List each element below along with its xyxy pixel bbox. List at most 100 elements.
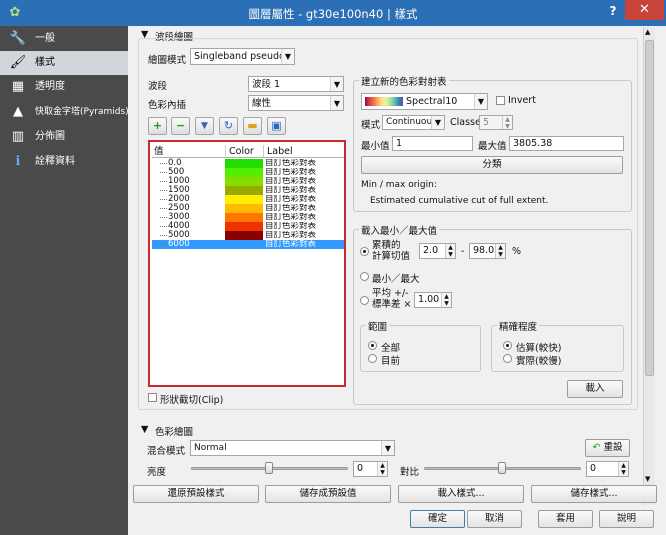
minmax-radio[interactable]	[360, 272, 369, 281]
row-color-swatch[interactable]	[225, 195, 263, 204]
add-entry-button[interactable]: +	[148, 117, 167, 135]
scrollbar-thumb[interactable]	[645, 40, 654, 376]
sidebar-item-pyramids[interactable]: ▲ 快取金字塔(Pyramids)	[0, 100, 129, 124]
color-render-section-title: 色彩繪圖	[155, 427, 194, 438]
row-color-swatch[interactable]	[225, 177, 263, 186]
restore-default-style-button[interactable]: 還原預設樣式	[133, 485, 259, 503]
chevron-down-icon: ▼	[330, 77, 343, 91]
help-button[interactable]: 說明	[599, 510, 654, 528]
classes-spinbox[interactable]: 5 ▲ ▼	[479, 115, 513, 130]
spin-arrows-icon[interactable]: ▲ ▼	[495, 244, 505, 258]
blend-mode-combo[interactable]: Normal ▼	[190, 440, 395, 456]
clip-checkbox[interactable]	[148, 393, 157, 402]
sidebar-item-style[interactable]: 🖌 樣式	[0, 51, 128, 75]
row-color-swatch[interactable]	[225, 159, 263, 168]
row-label: 自訂色彩對表	[265, 168, 317, 177]
ok-button[interactable]: 確定	[410, 510, 465, 528]
sidebar-item-histogram[interactable]: ▥ 分佈圖	[0, 125, 128, 149]
window-title: 圖層屬性 - gt30e100n40 | 樣式	[248, 7, 418, 21]
contrast-spinbox[interactable]: 0 ▲ ▼	[586, 461, 629, 477]
invert-checkbox[interactable]	[496, 96, 505, 105]
apply-button[interactable]: 套用	[538, 510, 593, 528]
header-label[interactable]: Label	[263, 145, 343, 158]
accuracy-estimate-radio[interactable]	[503, 341, 512, 350]
table-row-selected[interactable]: 6000 自訂色彩對表	[152, 240, 344, 249]
row-label: 自訂色彩對表	[265, 231, 317, 240]
brightness-slider-thumb[interactable]	[265, 462, 273, 474]
cumulative-label-line1: 累積的	[372, 240, 401, 251]
remove-icon: −	[175, 119, 186, 132]
interpolation-label: 色彩內插	[148, 100, 187, 111]
sidebar-item-transparency[interactable]: ▦ 透明度	[0, 75, 128, 99]
row-color-swatch[interactable]	[225, 186, 263, 195]
row-color-swatch[interactable]	[225, 240, 263, 249]
row-color-swatch[interactable]	[225, 222, 263, 231]
spin-arrows-icon[interactable]: ▲ ▼	[618, 462, 628, 476]
cancel-button[interactable]: 取消	[467, 510, 522, 528]
mode-value: Continuous	[386, 117, 437, 127]
extent-current-label: 目前	[381, 356, 401, 367]
sidebar-item-metadata[interactable]: ℹ 詮釋資料	[0, 150, 128, 174]
mode-combo[interactable]: Continuous ▼	[382, 115, 445, 130]
save-as-default-button[interactable]: 儲存成預設值	[265, 485, 391, 503]
reset-button[interactable]: ↶ 重設	[585, 439, 630, 457]
row-color-swatch[interactable]	[225, 168, 263, 177]
stddev-label-line1: 平均 +/-	[372, 288, 409, 299]
extent-full-radio[interactable]	[368, 341, 377, 350]
contrast-label: 對比	[400, 467, 420, 478]
scroll-up-icon[interactable]: ▲	[645, 28, 650, 36]
spin-arrows-icon[interactable]: ▲ ▼	[441, 293, 451, 307]
histogram-icon: ▥	[11, 129, 25, 144]
ramp-preview	[365, 97, 403, 106]
row-color-swatch[interactable]	[225, 204, 263, 213]
cumulative-low-value: 2.0	[423, 245, 439, 256]
stddev-label-line2: 標準差 ×	[372, 299, 412, 310]
save-file-button[interactable]: ▣	[267, 117, 286, 135]
save-style-button[interactable]: 儲存樣式...	[531, 485, 657, 503]
max-input[interactable]: 3805.38	[509, 136, 624, 151]
row-color-swatch[interactable]	[225, 231, 263, 240]
min-input[interactable]: 1	[392, 136, 473, 151]
color-map-table[interactable]: 值 Color Label 0.0 自訂色彩對表 500 自訂色彩對表 1000 自訂…	[148, 140, 346, 387]
row-label: 自訂色彩對表	[265, 204, 317, 213]
cumulative-high-spinbox[interactable]: 98.0 ▲ ▼	[469, 243, 506, 259]
close-button[interactable]: ✕	[625, 0, 664, 20]
stddev-radio[interactable]	[360, 296, 369, 305]
spin-arrows-icon[interactable]: ▲ ▼	[445, 244, 455, 258]
header-color[interactable]: Color	[225, 145, 263, 158]
band-value: 波段 1	[252, 79, 281, 90]
contrast-slider-thumb[interactable]	[498, 462, 506, 474]
extent-current-radio[interactable]	[368, 354, 377, 363]
header-value[interactable]: 值	[154, 145, 164, 158]
accuracy-actual-label: 實際(較慢)	[516, 356, 562, 367]
spin-arrows-icon[interactable]: ▲ ▼	[377, 462, 387, 476]
cumulative-low-spinbox[interactable]: 2.0 ▲ ▼	[419, 243, 456, 259]
info-icon: ℹ	[15, 154, 21, 169]
collapse-arrow-icon[interactable]: ▼	[141, 424, 148, 435]
row-color-swatch[interactable]	[225, 213, 263, 222]
range-dash: -	[461, 246, 465, 257]
help-icon[interactable]: ?	[606, 4, 620, 20]
save-icon: ▣	[271, 119, 282, 132]
cumulative-radio[interactable]	[360, 247, 369, 256]
sidebar-item-label: 分佈圖	[35, 131, 65, 142]
stddev-spinbox[interactable]: 1.00 ▲ ▼	[414, 292, 452, 308]
remove-entry-button[interactable]: −	[171, 117, 190, 135]
load-minmax-button[interactable]: 載入	[567, 380, 623, 398]
interpolation-combo[interactable]: 線性 ▼	[248, 95, 344, 111]
scroll-down-icon[interactable]: ▼	[645, 475, 650, 483]
refresh-button[interactable]: ↻	[219, 117, 238, 135]
band-combo[interactable]: 波段 1 ▼	[248, 76, 344, 92]
open-file-button[interactable]: ▬	[243, 117, 262, 135]
render-type-combo[interactable]: Singleband pseudocolor ▼	[190, 48, 295, 65]
color-ramp-combo[interactable]: Spectral10 ▼	[361, 93, 488, 110]
load-colors-button[interactable]: ▼	[195, 117, 214, 135]
title-bar: ✿ 圖層屬性 - gt30e100n40 | 樣式 ? ✕	[0, 0, 666, 26]
accuracy-actual-radio[interactable]	[503, 354, 512, 363]
sidebar-item-general[interactable]: 🔧 一般	[0, 27, 128, 51]
spin-arrows-icon[interactable]: ▲ ▼	[502, 116, 512, 130]
load-style-button[interactable]: 載入樣式...	[398, 485, 524, 503]
row-value: 6000	[158, 240, 228, 249]
brightness-spinbox[interactable]: 0 ▲ ▼	[353, 461, 388, 477]
classify-button[interactable]: 分類	[361, 156, 623, 174]
